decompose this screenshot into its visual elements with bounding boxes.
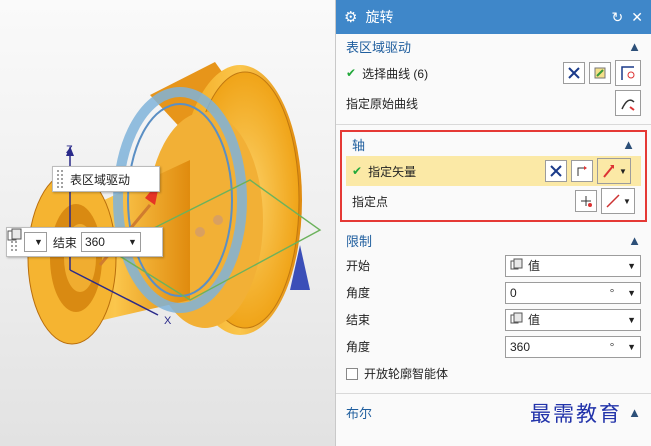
- end-angle-label: 角度: [346, 340, 371, 354]
- reset-icon[interactable]: ↻: [612, 9, 624, 26]
- check-icon: ✔: [352, 164, 363, 178]
- vector-type-dropdown[interactable]: ▼: [597, 158, 631, 184]
- section-title: 限制: [346, 233, 373, 249]
- section-title: 布尔: [346, 405, 373, 421]
- z-axis-label: Z: [66, 144, 73, 156]
- specify-point-label: 指定点: [352, 194, 389, 209]
- chevron-down-icon: ▼: [623, 196, 631, 206]
- reverse-direction-icon[interactable]: [545, 160, 567, 182]
- origin-curve-row[interactable]: 指定原始曲线: [336, 88, 651, 118]
- chevron-down-icon: ▼: [627, 341, 636, 352]
- section-title: 轴: [352, 137, 366, 153]
- end-angle-input[interactable]: 360 ° ▼: [505, 335, 641, 358]
- start-angle-input[interactable]: 0 ° ▼: [505, 281, 641, 304]
- end-type-dropdown[interactable]: 值 ▼: [505, 308, 641, 331]
- specify-vector-label: 指定矢量: [368, 164, 417, 179]
- open-profile-row[interactable]: 开放轮廓智能体: [336, 360, 651, 387]
- start-type-dropdown[interactable]: 值 ▼: [505, 254, 641, 277]
- end-label: 结束: [52, 235, 77, 250]
- curve-rule-icon[interactable]: [615, 60, 641, 86]
- axis-section-highlight: 轴 ▲ ✔ 指定矢量 ▼ 指定点 ▼: [340, 130, 647, 222]
- grip-handle[interactable]: [56, 169, 64, 189]
- limit-end-row: 结束 值 ▼: [336, 306, 651, 333]
- start-method-dropdown[interactable]: ▼: [7, 228, 47, 252]
- angle-value: 360: [510, 339, 531, 354]
- check-icon: ✔: [346, 66, 357, 80]
- limit-start-row: 开始 值 ▼: [336, 252, 651, 279]
- revolve-dialog: ⚙ 旋转 ↻ ✕ 表区域驱动 ▲ ✔ 选择曲线 (6) 指定原始曲线 轴 ▲ ✔…: [335, 0, 651, 446]
- collapse-caret-icon[interactable]: ▲: [622, 137, 635, 152]
- mini-toolbar: ▼ 结束 360 ▼: [6, 227, 163, 257]
- curve-select-icon[interactable]: [615, 90, 641, 116]
- chevron-down-icon: ▼: [627, 287, 636, 298]
- end-value: 360: [84, 235, 105, 249]
- section-title: 表区域驱动: [346, 39, 412, 55]
- close-icon[interactable]: ✕: [631, 9, 643, 26]
- dialog-title: 旋转: [365, 9, 394, 25]
- open-profile-checkbox[interactable]: [346, 367, 358, 380]
- chevron-down-icon: ▼: [128, 237, 137, 247]
- open-profile-label: 开放轮廓智能体: [364, 367, 449, 381]
- value-icon: [510, 312, 524, 327]
- angle-unit: °: [609, 339, 615, 354]
- select-curve-row[interactable]: ✔ 选择曲线 (6): [336, 58, 651, 88]
- region-drive-callout[interactable]: 表区域驱动: [52, 166, 160, 192]
- specify-vector-row[interactable]: ✔ 指定矢量 ▼: [346, 156, 641, 186]
- gear-icon: ⚙: [344, 9, 358, 26]
- watermark: 最需教育: [530, 402, 622, 426]
- dialog-titlebar: ⚙ 旋转 ↻ ✕: [336, 0, 651, 34]
- graphics-viewport[interactable]: Z X 表区域驱动 ▼ 结束 360 ▼: [0, 0, 336, 446]
- x-axis-label: X: [164, 315, 172, 327]
- callout-label: 表区域驱动: [70, 172, 131, 187]
- section-header-axis[interactable]: 轴 ▲: [342, 132, 645, 156]
- start-angle-label: 角度: [346, 286, 371, 300]
- sketch-icon[interactable]: [589, 62, 611, 84]
- origin-curve-label: 指定原始曲线: [346, 96, 419, 111]
- collapse-caret-icon[interactable]: ▲: [628, 233, 641, 248]
- chevron-down-icon: ▼: [619, 166, 627, 176]
- value-icon: [510, 258, 524, 273]
- start-label: 开始: [346, 259, 371, 273]
- deselect-icon[interactable]: [563, 62, 585, 84]
- end-label: 结束: [346, 313, 371, 327]
- chevron-down-icon: ▼: [34, 237, 43, 247]
- point-type-dropdown[interactable]: ▼: [601, 188, 635, 214]
- chevron-down-icon: ▼: [627, 260, 636, 271]
- vector-dialog-icon[interactable]: [571, 160, 593, 182]
- select-curve-label: 选择曲线 (6): [362, 66, 429, 81]
- section-header-limits[interactable]: 限制 ▲: [336, 228, 651, 252]
- dropdown-value: 值: [528, 313, 541, 327]
- limit-start-angle-row: 角度 0 ° ▼: [336, 279, 651, 306]
- collapse-caret-icon[interactable]: ▲: [628, 405, 641, 420]
- specify-point-row[interactable]: 指定点 ▼: [342, 186, 645, 216]
- end-value-field[interactable]: 360 ▼: [80, 232, 141, 252]
- angle-value: 0: [510, 285, 517, 300]
- model-scene: Z X: [27, 62, 322, 345]
- angle-unit: °: [609, 285, 615, 300]
- point-dialog-icon[interactable]: [575, 190, 597, 212]
- section-header-region[interactable]: 表区域驱动 ▲: [336, 34, 651, 58]
- limit-end-angle-row: 角度 360 ° ▼: [336, 333, 651, 360]
- dropdown-value: 值: [528, 259, 541, 273]
- collapse-caret-icon[interactable]: ▲: [628, 39, 641, 54]
- chevron-down-icon: ▼: [627, 314, 636, 325]
